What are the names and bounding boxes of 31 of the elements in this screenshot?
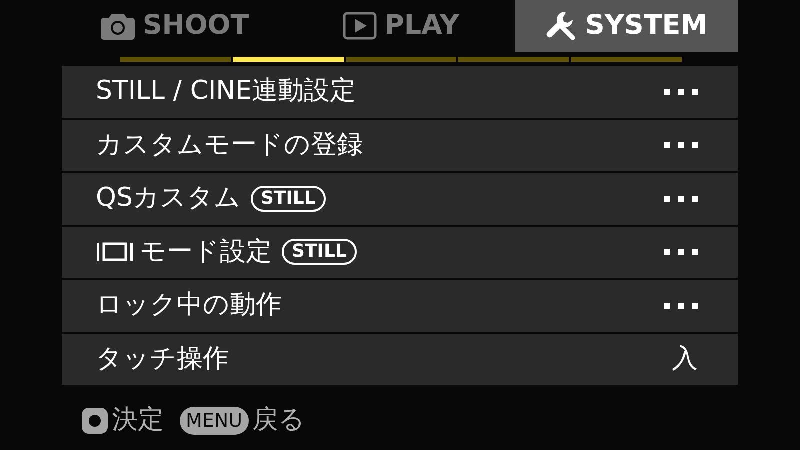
- wrench-icon: [545, 10, 578, 42]
- hint-label: 決定: [112, 404, 164, 437]
- frame-icon: [96, 241, 134, 264]
- menu-row[interactable]: QSカスタム STILL: [62, 173, 738, 224]
- more-icon: [664, 88, 698, 95]
- setting-value: 入: [672, 342, 698, 376]
- menu-key: MENU: [180, 406, 249, 434]
- menu-label: STILL / CINE連動設定: [96, 75, 356, 108]
- menu-row[interactable]: カスタムモードの登録: [62, 120, 738, 171]
- menu-row[interactable]: モード設定 STILL: [62, 226, 738, 278]
- menu-row[interactable]: STILL / CINE連動設定: [62, 66, 738, 118]
- ok-button-icon: [82, 408, 108, 434]
- play-icon: [342, 12, 377, 40]
- menu-tab[interactable]: SHOOT: [62, 0, 288, 52]
- menu-label: モード設定: [140, 236, 272, 269]
- menu-label: タッチ操作: [96, 342, 229, 376]
- menu-row[interactable]: タッチ操作 入: [62, 334, 738, 385]
- menu-row[interactable]: ロック中の動作: [62, 280, 738, 332]
- menu-label: QSカスタム: [96, 182, 241, 216]
- menu-tab[interactable]: SYSTEM: [515, 0, 738, 52]
- more-icon: [664, 249, 698, 256]
- more-icon: [664, 302, 698, 309]
- mode-badge: STILL: [282, 239, 357, 266]
- hint-label: 戻る: [252, 404, 306, 437]
- camera-icon: [100, 12, 135, 40]
- menu-tab[interactable]: PLAY: [288, 0, 514, 52]
- mode-badge: STILL: [250, 186, 326, 212]
- menu-label: カスタムモードの登録: [96, 128, 363, 162]
- more-icon: [664, 142, 698, 148]
- more-icon: [664, 196, 698, 202]
- menu-label: ロック中の動作: [96, 289, 282, 322]
